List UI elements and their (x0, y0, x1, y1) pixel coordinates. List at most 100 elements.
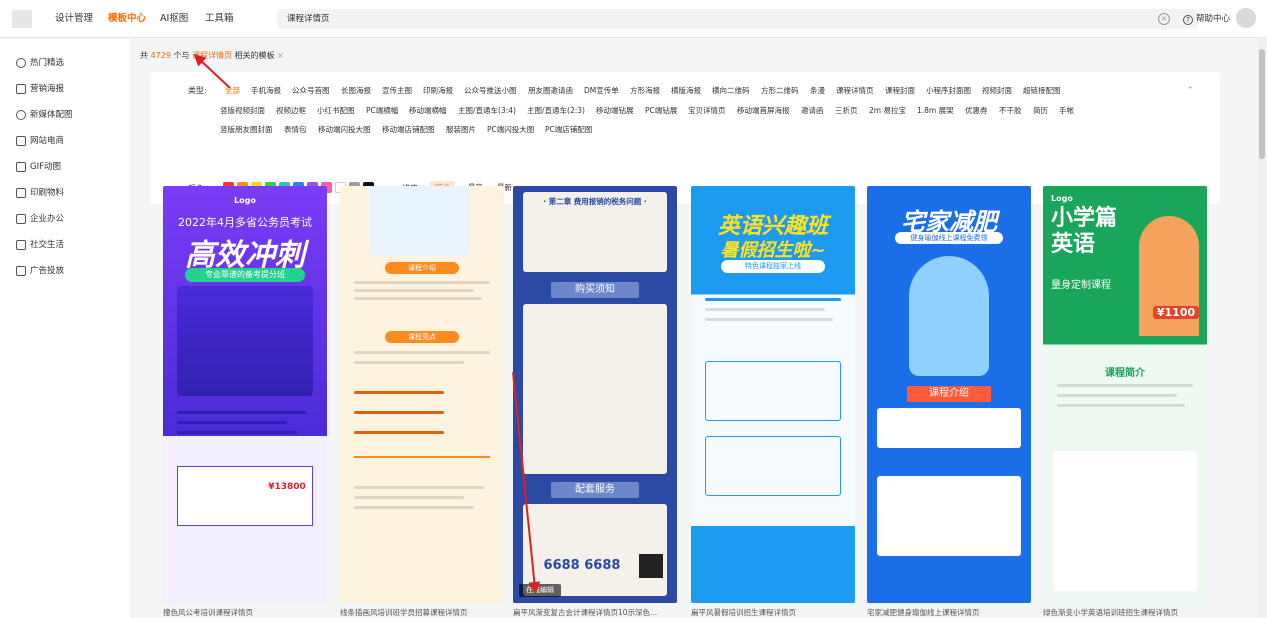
sidebar-item-label: 印刷物料 (30, 188, 65, 198)
card-subtitle: 专业靠谱的备考提分班 (185, 268, 305, 282)
sidebar-item-marketing[interactable]: 营销海报 (16, 82, 64, 96)
sidebar-item-label: 网站电商 (30, 136, 65, 146)
type-tag[interactable]: DM宣传单 (584, 85, 619, 96)
type-tag[interactable]: 竖版朋友圈封面 (220, 124, 273, 135)
type-tag[interactable]: 移动端钻展 (596, 105, 634, 116)
type-tag[interactable]: 视频边框 (276, 105, 306, 116)
type-tag[interactable]: 公众号推送小图 (464, 85, 517, 96)
card-panel (523, 304, 667, 474)
type-tag[interactable]: PC端店铺配图 (545, 124, 592, 135)
sidebar-item-gif[interactable]: GIF动图 (16, 160, 61, 174)
nav-template-center[interactable]: 模板中心 (108, 0, 146, 38)
scrollbar-thumb[interactable] (1259, 49, 1265, 159)
type-tag[interactable]: PC端闪投大图 (487, 124, 534, 135)
sidebar-item-hot[interactable]: 热门精选 (16, 56, 64, 70)
sidebar-item-ecommerce[interactable]: 网站电商 (16, 134, 65, 148)
help-center-link[interactable]: ? 帮助中心 (1183, 12, 1230, 25)
card-caption[interactable]: 扁平风暑假培训招生课程详情页 (691, 607, 861, 618)
type-tag[interactable]: 全部 (225, 85, 240, 96)
type-tag[interactable]: PC端钻展 (645, 105, 677, 116)
type-tag[interactable]: 超链接配图 (1023, 85, 1061, 96)
type-tag[interactable]: 服装图片 (446, 124, 476, 135)
nav-design-management[interactable]: 设计管理 (55, 0, 93, 38)
type-tag[interactable]: 主图/直通车(3:4) (458, 105, 516, 116)
type-tag[interactable]: 公众号首图 (292, 85, 330, 96)
sidebar-item-print[interactable]: 印刷物料 (16, 186, 65, 200)
type-tag[interactable]: 方形海报 (630, 85, 660, 96)
type-tag[interactable]: 竖版视频封面 (220, 105, 265, 116)
type-tag[interactable]: 视频封面 (982, 85, 1012, 96)
card-section-title: 课程简介 (1105, 368, 1145, 379)
card-box (705, 436, 841, 496)
type-tag[interactable]: 简历 (1033, 105, 1048, 116)
type-tag[interactable]: 2m 易拉宝 (869, 105, 906, 116)
type-tag[interactable]: 印刷海报 (423, 85, 453, 96)
template-card[interactable]: Logo 2022年4月多省公务员考试 高效冲刺 专业靠谱的备考提分班 ¥138… (163, 186, 327, 603)
template-card[interactable]: · 第二章 费用报销的税务问题 · 购买须知 配套服务 6688 6688 在线… (513, 186, 677, 603)
expand-chevron-icon[interactable]: ⌃ (1186, 86, 1194, 96)
app-logo[interactable] (12, 10, 32, 28)
type-tag[interactable]: 移动端闪投大图 (318, 124, 371, 135)
card-table (177, 466, 313, 526)
type-tag[interactable]: 手机海报 (251, 85, 281, 96)
card-caption[interactable]: 绿色渐变小学英语培训班招生课程详情页 (1043, 607, 1213, 618)
type-tag[interactable]: 不干胶 (999, 105, 1022, 116)
type-tag[interactable]: 课程详情页 (836, 85, 874, 96)
type-tag[interactable]: 横向二维码 (712, 85, 750, 96)
chat-icon (16, 110, 26, 120)
sidebar-item-social[interactable]: 社交生活 (16, 238, 64, 252)
top-navigation-bar: 设计管理 模板中心 AI抠图 工具箱 课程详情页 × ? 帮助中心 (0, 0, 1267, 38)
template-card[interactable]: 课程介绍 课程亮点 (340, 186, 504, 603)
card-box (705, 361, 841, 421)
card-caption[interactable]: 线条插画风培训班学员招募课程详情页 (340, 607, 510, 618)
nav-ai-cutout[interactable]: AI抠图 (160, 0, 188, 38)
type-tag[interactable]: 1.8m 展架 (917, 105, 954, 116)
type-tag[interactable]: 邀请函 (801, 105, 824, 116)
scrollbar[interactable] (1258, 39, 1267, 618)
clear-keyword-icon[interactable]: × (277, 51, 284, 60)
type-tag[interactable]: 长图海报 (341, 85, 371, 96)
type-tag[interactable]: 宣传主图 (382, 85, 412, 96)
type-tag[interactable]: 小红书配图 (317, 105, 355, 116)
type-tag[interactable]: 宝贝详情页 (688, 105, 726, 116)
print-icon (16, 188, 26, 198)
card-photo (177, 286, 313, 396)
clear-search-icon[interactable]: × (1158, 13, 1170, 25)
result-count: 共 4729 个与 课程详情页 相关的模板 × (140, 50, 284, 61)
card-price: ¥1100 (1153, 306, 1199, 319)
nav-toolbox[interactable]: 工具箱 (205, 0, 234, 38)
sidebar-item-ads[interactable]: 广告投放 (16, 264, 64, 278)
type-tag[interactable]: 优惠券 (965, 105, 988, 116)
billboard-icon (16, 266, 26, 276)
card-caption[interactable]: 撞色风公考培训课程详情页 (163, 607, 333, 618)
template-card[interactable]: 英语兴趣班 暑假招生啦~ 特色课程独家上线 (691, 186, 855, 603)
type-tag[interactable]: 移动端首屏海报 (737, 105, 790, 116)
card-title: 小学篇 英语 (1051, 206, 1118, 257)
type-tag[interactable]: 移动端横幅 (409, 105, 447, 116)
template-card[interactable]: Logo 小学篇 英语 量身定制课程 ¥1100 课程简介 (1043, 186, 1207, 603)
type-tag[interactable]: 主图/直通车(2:3) (527, 105, 585, 116)
user-avatar[interactable] (1236, 8, 1256, 28)
type-tag[interactable]: 小程序封面图 (926, 85, 971, 96)
sidebar-item-new-media[interactable]: 新媒体配图 (16, 108, 73, 122)
template-card[interactable]: 宅家减肥 健身瑜伽线上课程免费领 课程介绍 (867, 186, 1031, 603)
type-tag[interactable]: PC端横幅 (366, 105, 398, 116)
type-tag[interactable]: 三折页 (835, 105, 858, 116)
type-tag[interactable]: 表情包 (284, 124, 307, 135)
card-caption[interactable]: 宅家减肥健身瑜伽线上课程详情页 (867, 607, 1037, 618)
cup-icon (16, 240, 26, 250)
search-input[interactable]: 课程详情页 × (277, 9, 1198, 29)
sidebar-item-office[interactable]: 企业办公 (16, 212, 64, 226)
type-tag[interactable]: 移动端店铺配图 (382, 124, 435, 135)
result-mid: 个与 (173, 51, 190, 60)
type-tag[interactable]: 横版海报 (671, 85, 701, 96)
card-caption[interactable]: 扁平风渐变复古会计课程详情页10示深色... (513, 607, 683, 618)
type-tag[interactable]: 手帐 (1059, 105, 1074, 116)
poster-icon (16, 84, 26, 94)
type-tag[interactable]: 方形二维码 (761, 85, 799, 96)
type-tag[interactable]: 课程封面 (885, 85, 915, 96)
edit-online-button[interactable]: 在线编辑 (519, 584, 561, 597)
card-section-title: 课程介绍 (907, 386, 991, 402)
type-tag[interactable]: 朋友圈邀请函 (528, 85, 573, 96)
type-tag[interactable]: 条漫 (810, 85, 825, 96)
